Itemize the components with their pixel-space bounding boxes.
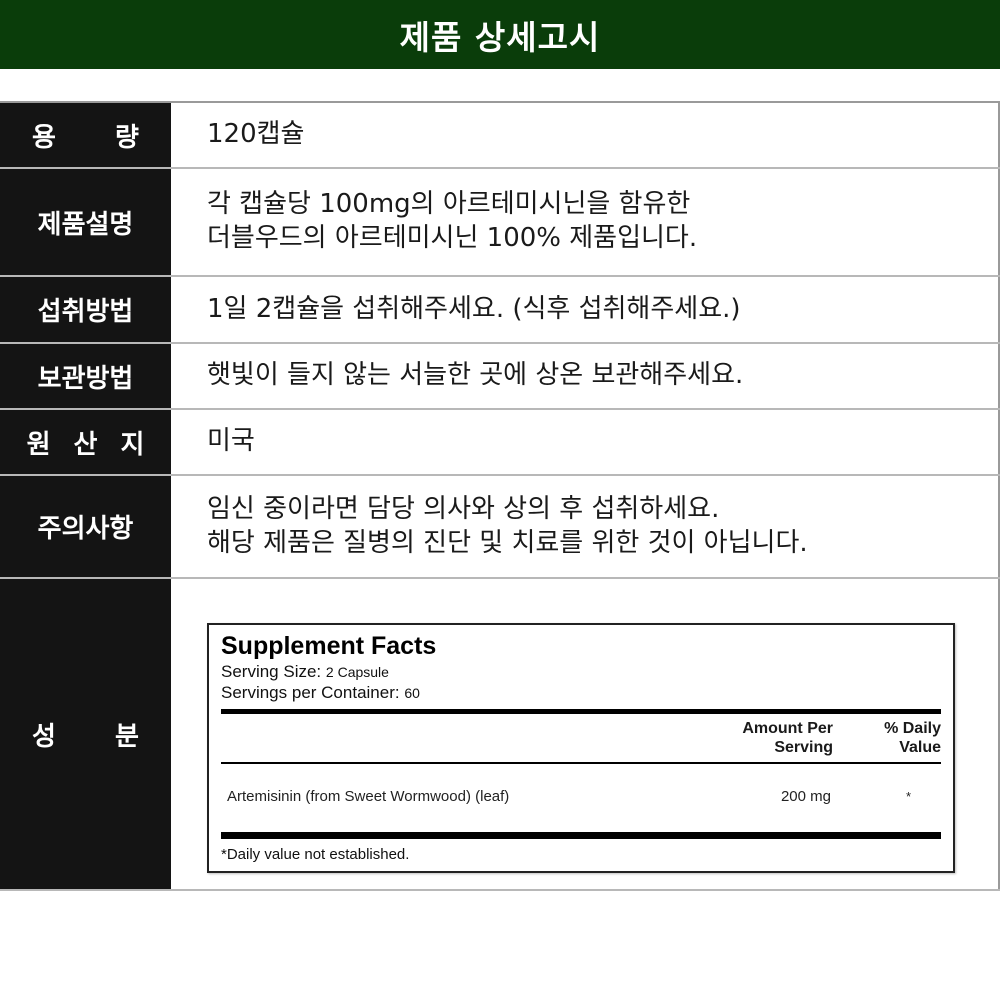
capacity-text: 120캡슐 (207, 119, 305, 150)
row-label-storage: 보관방법 (0, 344, 171, 408)
row-value-storage: 햇빛이 들지 않는 서늘한 곳에 상온 보관해주세요. (171, 344, 1000, 408)
daily-value-header: % Daily Value (884, 719, 941, 756)
row-caution: 주의사항 임신 중이라면 담당 의사와 상의 후 섭취하세요. 해당 제품은 질… (0, 476, 1000, 579)
row-value-capacity: 120캡슐 (171, 103, 1000, 167)
supplement-facts-panel: Supplement Facts Serving Size: 2 Capsule… (207, 623, 955, 873)
serving-size-value: 2 Capsule (325, 663, 389, 680)
row-ingredients: 성 분 Supplement Facts Serving Size: 2 Cap… (0, 579, 1000, 891)
row-origin: 원 산 지 미국 (0, 410, 1000, 476)
row-value-intake: 1일 2캡슐을 섭취해주세요. (식후 섭취해주세요.) (171, 277, 1000, 342)
caution-line-1: 임신 중이라면 담당 의사와 상의 후 섭취하세요. (207, 493, 720, 524)
servings-per-container: Servings per Container: 60 (221, 682, 420, 702)
row-value-caution: 임신 중이라면 담당 의사와 상의 후 섭취하세요. 해당 제품은 질병의 진단… (171, 476, 1000, 577)
row-label-origin: 원 산 지 (0, 410, 171, 474)
description-line-1: 각 캡슐당 100mg의 아르테미시닌을 함유한 (207, 189, 691, 220)
description-line-2: 더블우드의 아르테미시닌 100% 제품입니다. (207, 223, 698, 253)
origin-text: 미국 (207, 426, 255, 457)
serving-size: Serving Size: 2 Capsule (221, 661, 389, 681)
row-value-origin: 미국 (171, 410, 1000, 474)
servings-value: 60 (404, 684, 420, 701)
caution-line-2: 해당 제품은 질병의 진단 및 치료를 위한 것이 아닙니다. (207, 527, 808, 558)
row-description: 제품설명 각 캡슐당 100mg의 아르테미시닌을 함유한 더블우드의 아르테미… (0, 169, 1000, 277)
row-label-caution: 주의사항 (0, 476, 171, 577)
row-label-intake: 섭취방법 (0, 277, 171, 342)
ingredient-row: Artemisinin (from Sweet Wormwood) (leaf)… (221, 764, 941, 830)
facts-column-header: Amount Per Serving % Daily Value (221, 714, 941, 762)
banner-title: 제품 상세고시 (399, 17, 601, 57)
ingredient-name: Artemisinin (from Sweet Wormwood) (leaf) (227, 788, 510, 806)
amount-per-serving-header: Amount Per Serving (742, 719, 833, 756)
ingredient-daily-value: * (905, 788, 911, 804)
facts-title: Supplement Facts (221, 632, 437, 660)
row-label-description: 제품설명 (0, 169, 171, 275)
row-storage: 보관방법 햇빛이 들지 않는 서늘한 곳에 상온 보관해주세요. (0, 344, 1000, 410)
product-info-table: 용 량 120캡슐 제품설명 각 캡슐당 100mg의 아르테미시닌을 함유한 … (0, 101, 1000, 891)
page-banner: 제품 상세고시 (0, 0, 1000, 69)
ingredient-amount: 200 mg (780, 788, 831, 806)
row-value-description: 각 캡슐당 100mg의 아르테미시닌을 함유한 더블우드의 아르테미시닌 10… (171, 169, 1000, 275)
row-intake: 섭취방법 1일 2캡슐을 섭취해주세요. (식후 섭취해주세요.) (0, 277, 1000, 344)
facts-divider-heavy (221, 832, 941, 839)
intake-text: 1일 2캡슐을 섭취해주세요. (식후 섭취해주세요.) (207, 293, 741, 324)
row-label-ingredients: 성 분 (0, 579, 171, 889)
row-label-capacity: 용 량 (0, 103, 171, 167)
storage-text: 햇빛이 들지 않는 서늘한 곳에 상온 보관해주세요. (207, 360, 744, 391)
row-capacity: 용 량 120캡슐 (0, 103, 1000, 169)
row-value-ingredients: Supplement Facts Serving Size: 2 Capsule… (171, 579, 1000, 889)
facts-footnote: *Daily value not established. (221, 846, 410, 863)
